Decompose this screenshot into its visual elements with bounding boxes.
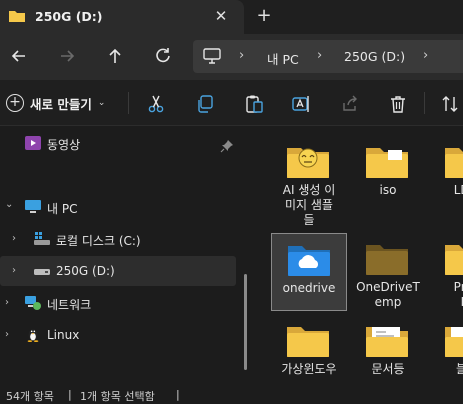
chevron-right-icon[interactable]: › <box>5 297 9 308</box>
item-count: 54개 항목 <box>6 390 54 403</box>
sidebar-item-label: Linux <box>47 328 80 342</box>
back-arrow-icon[interactable] <box>8 45 30 67</box>
folder-item[interactable]: LDPl <box>429 136 463 214</box>
sidebar-scrollbar[interactable] <box>244 274 247 370</box>
folder-label: AI 생성 이 미지 샘플 들 <box>271 183 347 228</box>
sort-icon[interactable] <box>440 94 460 114</box>
folder-docs-icon <box>445 327 463 357</box>
navigation-pane: 동영상 ⌄ 내 PC › 로컬 디스크 (C:) › 250G (D:) › 네… <box>0 126 254 384</box>
folder-item-selected[interactable]: onedrive <box>271 233 347 311</box>
breadcrumb-pc[interactable]: 내 PC <box>267 49 299 68</box>
sidebar-item-label: 250G (D:) <box>56 264 115 278</box>
delete-icon[interactable] <box>388 94 408 114</box>
folder-label: onedrive <box>282 281 336 295</box>
folder-item[interactable]: iso <box>350 136 426 214</box>
breadcrumb-drive[interactable]: 250G (D:) <box>344 49 405 64</box>
folder-item[interactable]: 문서등 <box>350 315 426 384</box>
video-icon <box>25 136 41 150</box>
folder-label: 가상윈도우 <box>281 362 337 376</box>
folder-label: iso <box>379 183 397 197</box>
chevron-right-icon[interactable]: › <box>12 265 16 276</box>
sidebar-item-network[interactable]: › 네트워크 <box>0 288 236 318</box>
folder-label-line: Fil <box>429 295 463 310</box>
folder-icon <box>445 148 463 178</box>
chevron-down-icon[interactable]: ⌄ <box>5 199 13 210</box>
up-arrow-icon[interactable] <box>104 45 126 67</box>
folder-icon <box>445 245 463 275</box>
chevron-right-icon[interactable]: › <box>12 233 16 244</box>
cut-icon[interactable] <box>146 94 166 114</box>
new-item-button[interactable]: + 새로 만들기 ⌄ <box>6 92 105 114</box>
folder-icon <box>9 11 25 22</box>
folder-dark-icon <box>366 245 408 275</box>
forward-arrow-icon[interactable] <box>56 45 78 67</box>
refresh-icon[interactable] <box>152 45 174 67</box>
copy-icon[interactable] <box>195 94 215 114</box>
sidebar-item-label: 로컬 디스크 (C:) <box>56 234 141 248</box>
folder-label-line: 들 <box>303 213 315 227</box>
sidebar-item-videos[interactable]: 동영상 <box>0 128 236 158</box>
folder-label: 문서등 <box>371 362 405 376</box>
rename-icon[interactable] <box>291 94 311 114</box>
folder-docs-icon <box>366 327 408 357</box>
chevron-down-icon: ⌄ <box>97 98 106 108</box>
folder-label: Prog Fil <box>429 280 463 310</box>
folder-label-line: OneDriveT <box>356 280 420 294</box>
sidebar-item-linux[interactable]: › Linux <box>0 320 236 350</box>
folder-icon <box>287 327 329 357</box>
network-icon <box>25 296 41 310</box>
tab-250g[interactable]: 250G (D:) ✕ <box>0 0 244 34</box>
folder-label-line: emp <box>374 295 402 309</box>
new-tab-button[interactable]: + <box>253 5 275 27</box>
sidebar-item-label: 동영상 <box>47 138 81 152</box>
status-divider: | <box>176 388 180 401</box>
folder-icon <box>366 148 408 178</box>
plus-icon: + <box>6 94 24 112</box>
paste-icon[interactable] <box>244 94 264 114</box>
address-bar[interactable]: › 내 PC › 250G (D:) › <box>193 40 463 73</box>
pin-icon[interactable] <box>220 139 234 153</box>
toolbar-divider <box>128 92 129 114</box>
folder-label: 블로 <box>455 362 463 376</box>
folder-item[interactable]: OneDriveT emp <box>350 233 426 311</box>
onedrive-folder-icon <box>288 246 330 276</box>
pc-icon <box>203 48 221 64</box>
windows-drive-icon <box>34 232 50 245</box>
status-divider: | <box>68 388 72 401</box>
sidebar-item-label: 네트워크 <box>47 298 92 312</box>
folder-label-line: Prog <box>453 280 463 294</box>
command-bar: + 새로 만들기 ⌄ <box>0 80 463 126</box>
sidebar-item-label: 내 PC <box>47 202 78 216</box>
drive-icon <box>34 269 50 275</box>
tab-title: 250G (D:) <box>35 9 103 24</box>
folder-label: LDPl <box>453 183 463 197</box>
close-tab-icon[interactable]: ✕ <box>210 5 232 27</box>
nav-bar: › 내 PC › 250G (D:) › <box>0 34 463 80</box>
chevron-right-icon[interactable]: › <box>5 329 9 340</box>
folder-item[interactable]: 가상윈도우 <box>271 315 347 384</box>
status-bar: 54개 항목 | 1개 항목 선택함 | <box>0 384 463 404</box>
sidebar-item-this-pc[interactable]: ⌄ 내 PC <box>0 192 236 222</box>
linux-icon <box>27 329 39 342</box>
folder-emoji-icon <box>287 148 329 178</box>
folder-label-line: AI 생성 이 <box>282 183 336 197</box>
sidebar-item-250g-d[interactable]: › 250G (D:) <box>0 256 236 286</box>
file-list: AI 생성 이 미지 샘플 들 iso LDPl onedrive <box>254 126 463 384</box>
folder-label-line: 미지 샘플 <box>285 198 333 212</box>
breadcrumb-separator[interactable]: › <box>239 48 244 63</box>
toolbar-divider <box>424 92 425 114</box>
pc-icon <box>25 200 41 213</box>
folder-item[interactable]: AI 생성 이 미지 샘플 들 <box>271 136 347 227</box>
tab-bar: 250G (D:) ✕ + <box>0 0 463 34</box>
folder-item[interactable]: Prog Fil <box>429 233 463 311</box>
breadcrumb-separator[interactable]: › <box>423 48 428 63</box>
sidebar-item-local-disk-c[interactable]: › 로컬 디스크 (C:) <box>0 224 236 254</box>
new-item-label: 새로 만들기 <box>30 96 92 112</box>
breadcrumb-separator[interactable]: › <box>317 48 322 63</box>
folder-item[interactable]: 블로 <box>429 315 463 384</box>
selection-count: 1개 항목 선택함 <box>80 390 155 403</box>
folder-label: OneDriveT emp <box>350 280 426 310</box>
share-icon[interactable] <box>340 94 360 114</box>
